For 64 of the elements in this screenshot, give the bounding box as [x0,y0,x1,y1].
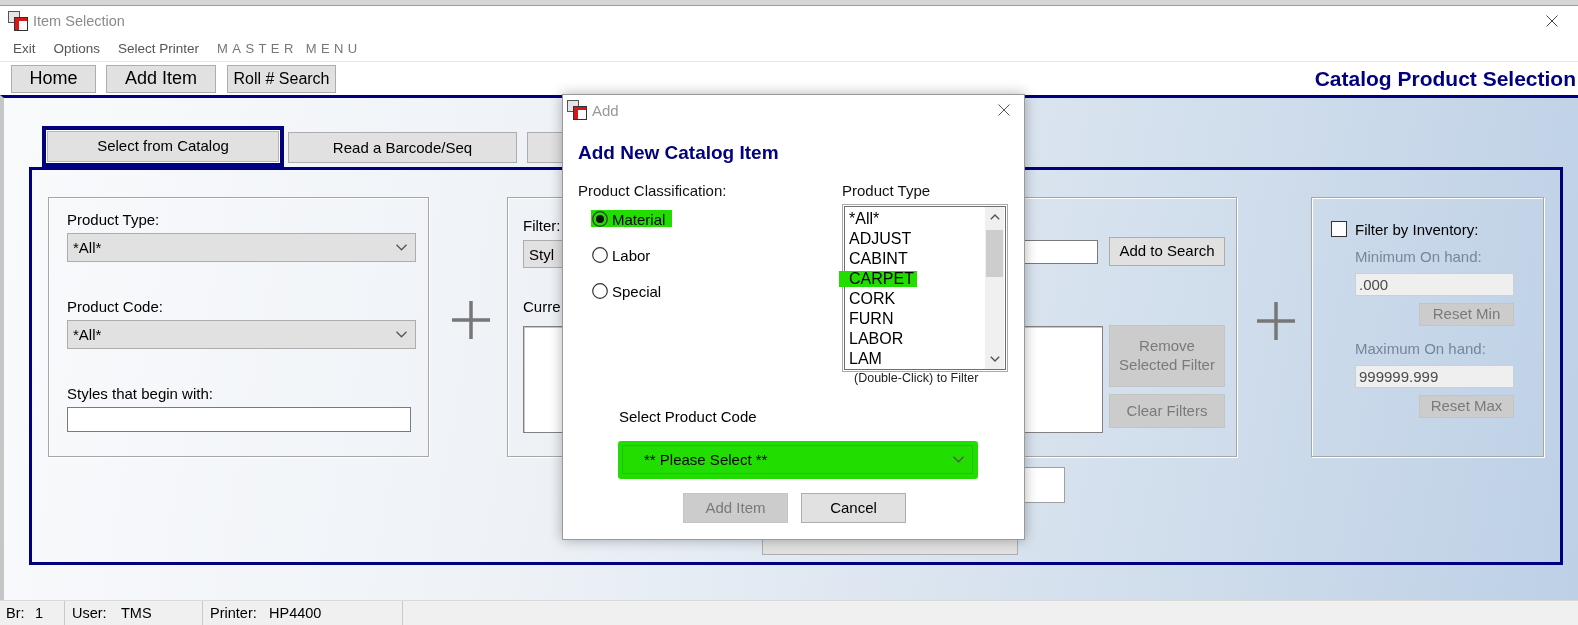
scrollbar-thumb[interactable] [986,230,1003,277]
list-item[interactable]: ADJUST [844,229,985,249]
chevron-up-icon[interactable] [989,214,1000,220]
plus-icon [1257,302,1295,340]
field-label: Select Product Code [619,408,757,425]
tab[interactable]: Read a Barcode/Seq [288,132,517,163]
status-label: Printer: [210,605,258,621]
radio-option[interactable]: Material [592,209,674,229]
dropdown[interactable]: *All* [67,233,416,262]
plus-icon [452,301,490,339]
radio-icon[interactable] [592,283,608,299]
list-item[interactable]: FURN [844,309,985,329]
field-label: Styles that begin with: [67,385,213,402]
toolbar-button[interactable]: Roll # Search [227,64,336,93]
tab[interactable]: Select from Catalog [42,126,284,167]
radio-option[interactable]: Special [592,281,670,301]
status-label: Br: [6,605,26,621]
toolbar-button[interactable]: Home [11,64,96,93]
scrollbar[interactable] [985,207,1004,369]
app-icon [567,100,587,120]
list-box[interactable]: *All* ADJUST CABINT CARPET CORK FURN LABOR LAM [842,204,1008,372]
menu-item[interactable]: Select Printer [118,41,200,56]
app-icon [8,11,28,31]
field-label: Product Type: [67,211,160,228]
dialog-button[interactable]: Cancel [801,493,906,523]
radio-icon[interactable] [592,247,608,263]
toolbar-button[interactable]: Add Item [106,64,216,93]
radio-icon[interactable] [592,211,608,227]
list-item[interactable]: LABOR [844,329,985,349]
master-menu-label: MASTER MENU [217,41,362,56]
status-value: 1 [35,605,44,621]
window-title: Item Selection [33,13,125,29]
dropdown[interactable]: *All* [67,320,416,349]
chevron-down-icon[interactable] [989,356,1000,362]
close-icon[interactable] [1546,15,1558,27]
field-label: Product Code: [67,298,163,315]
menu-item[interactable]: Exit [13,41,36,56]
section-label: Product Classification: [578,182,727,199]
list-item[interactable]: CORK [844,289,985,309]
field-label: Minimum On hand: [1355,248,1482,265]
status-value: TMS [121,605,152,621]
status-label: User: [72,605,108,621]
list-item[interactable]: LAM [844,349,985,369]
chevron-down-icon [396,244,407,251]
field-label: Filter: [523,217,561,234]
close-icon[interactable] [998,104,1010,116]
field-label: Curre [523,298,561,315]
dropdown[interactable]: ** Please Select ** [622,445,973,474]
menu-item[interactable]: Options [53,41,101,56]
page-title: Catalog Product Selection [1314,66,1576,91]
list-item[interactable]: CARPET [844,269,985,289]
field-label: Maximum On hand: [1355,340,1486,357]
section-label: Product Type [842,182,931,199]
list-item[interactable]: *All* [844,209,985,229]
status-value: HP4400 [269,605,322,621]
chevron-down-icon [396,331,407,338]
hint-text: (Double-Click) to Filter [854,372,979,385]
dialog-heading: Add New Catalog Item [578,141,779,165]
radio-option[interactable]: Labor [592,245,659,265]
add-to-search-button[interactable]: Add to Search [1109,237,1225,266]
chevron-down-icon [953,456,964,463]
dialog-title: Add [592,101,619,119]
list-item[interactable]: CABINT [844,249,985,269]
text-field[interactable] [67,407,411,432]
